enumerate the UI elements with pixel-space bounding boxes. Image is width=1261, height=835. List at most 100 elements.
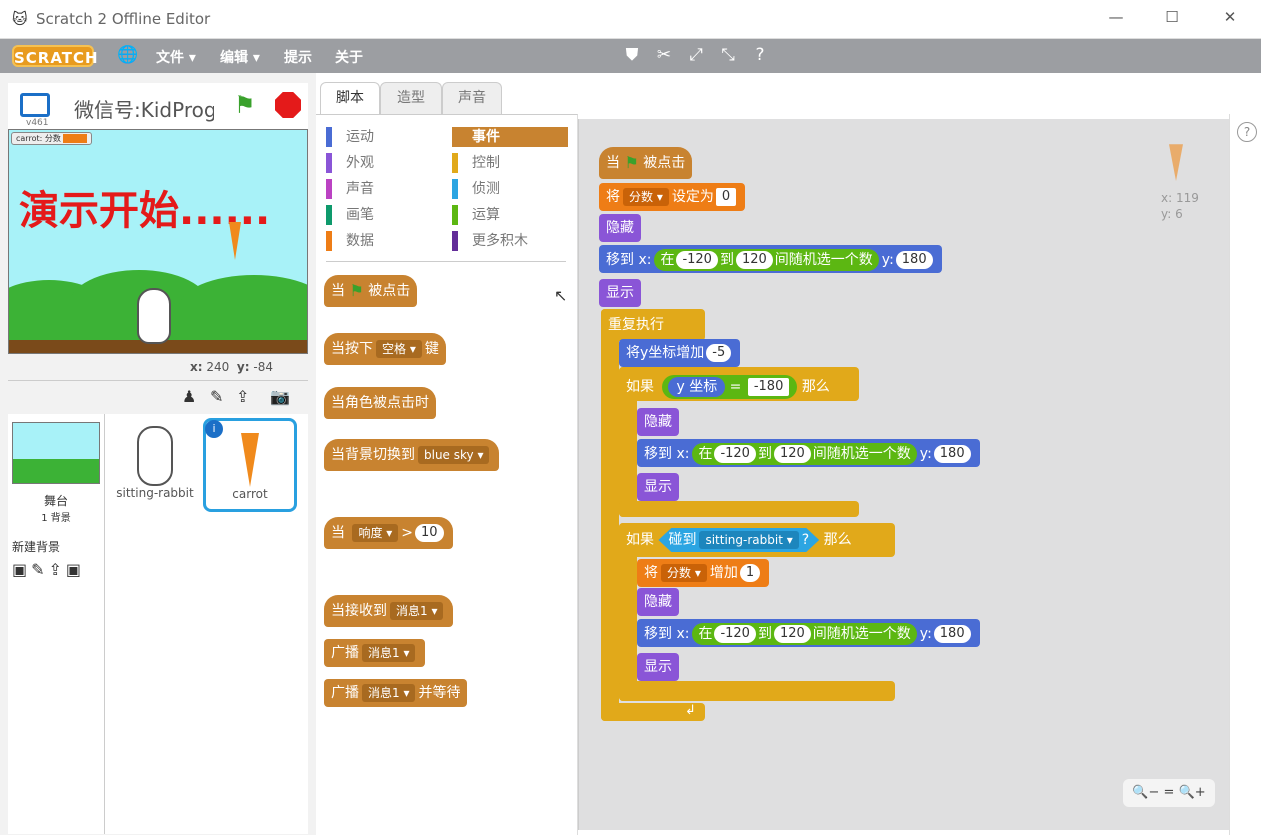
show-block[interactable]: 显示: [637, 653, 679, 681]
stage-label: 舞台: [43, 494, 68, 508]
duplicate-stamp-icon[interactable]: ⛊: [620, 45, 644, 67]
show-block[interactable]: 显示: [637, 473, 679, 501]
script-area[interactable]: ↲ 重复执行 如果 y 坐标 = -180 那么 如果 碰到 sitting-ra…: [578, 119, 1229, 830]
category-list-right: 事件 控制 侦测 运算 更多积木: [452, 127, 568, 251]
sprite-y-readout: y: 6: [1161, 207, 1183, 221]
upload-sprite-icon[interactable]: ⇪: [236, 387, 249, 406]
category-control[interactable]: 控制: [452, 153, 568, 173]
new-backdrop-tools[interactable]: ▣✎⇪▣: [12, 560, 85, 579]
project-title-input[interactable]: 微信号:KidProg: [74, 94, 214, 123]
sprite-name: sitting-rabbit: [116, 486, 194, 500]
palette-when-receive[interactable]: 当接收到 消息1 ▾: [324, 595, 454, 627]
sprite-name: carrot: [232, 487, 268, 501]
sprite-x-readout: x: 119: [1161, 191, 1199, 205]
paint-sprite-icon[interactable]: ✎: [210, 387, 223, 406]
green-flag-icon[interactable]: ⚑: [234, 91, 256, 119]
palette-broadcast[interactable]: 广播 消息1 ▾: [324, 639, 426, 667]
goto-xy-block[interactable]: 移到 x: 在 -120 到 120 间随机选一个数 y: 180: [637, 439, 980, 467]
editor-tabs: 脚本 造型 声音: [316, 79, 576, 115]
minimize-button[interactable]: —: [1106, 8, 1126, 30]
menu-edit[interactable]: 编辑 ▾: [220, 47, 260, 67]
category-list-left: 运动 外观 声音 画笔 数据: [326, 127, 446, 251]
category-more-blocks[interactable]: 更多积木: [452, 231, 568, 251]
rabbit-sprite: [137, 288, 171, 344]
hide-block[interactable]: 隐藏: [599, 214, 641, 242]
choose-sprite-icon[interactable]: ♟: [182, 387, 196, 406]
close-button[interactable]: ✕: [1220, 8, 1240, 30]
palette-when-backdrop-switches[interactable]: 当背景切换到 blue sky ▾: [324, 439, 500, 471]
when-flag-clicked-block[interactable]: 当 ⚑ 被点击: [599, 147, 693, 179]
if-y-header: 如果 y 坐标 = -180 那么: [626, 375, 830, 399]
category-events[interactable]: 事件: [452, 127, 568, 147]
window-title: Scratch 2 Offline Editor: [36, 10, 211, 28]
stage-canvas[interactable]: carrot: 分数 演示开始......: [8, 129, 308, 354]
stage-thumbnail[interactable]: [12, 422, 100, 484]
menu-file[interactable]: 文件 ▾: [156, 47, 196, 67]
hide-block[interactable]: 隐藏: [637, 408, 679, 436]
fullscreen-icon[interactable]: [20, 93, 50, 117]
show-block[interactable]: 显示: [599, 279, 641, 307]
change-y-block[interactable]: 将y坐标增加 -5: [619, 339, 741, 367]
scratch-cat-icon: 🐱: [12, 10, 28, 28]
category-looks[interactable]: 外观: [326, 153, 446, 173]
change-variable-block[interactable]: 将分数 ▾ 增加 1: [637, 559, 770, 587]
menu-bar: SCRATCH 🌐 文件 ▾ 编辑 ▾ 提示 关于 ⛊ ✂ ⤢ ⤡ ?: [0, 39, 1261, 73]
repeat-arrow-icon: ↲: [685, 703, 696, 718]
scratch-logo[interactable]: SCRATCH: [12, 45, 98, 67]
set-variable-block[interactable]: 将分数 ▾ 设定为 0: [599, 183, 746, 211]
palette-when-loudness[interactable]: 当 响度 ▾ >10: [324, 517, 453, 549]
zoom-controls: 🔍− = 🔍+: [1123, 779, 1215, 807]
right-strip: ?: [1229, 114, 1261, 835]
category-pen[interactable]: 画笔: [326, 205, 446, 225]
sprite-list: sitting-rabbit i carrot: [104, 414, 308, 834]
tab-sounds[interactable]: 声音: [442, 82, 502, 114]
category-sound[interactable]: 声音: [326, 179, 446, 199]
palette-broadcast-and-wait[interactable]: 广播 消息1 ▾ 并等待: [324, 679, 468, 707]
help-icon[interactable]: ?: [748, 45, 772, 67]
stage-thumbnail-column: 舞台 1 背景 新建背景 ▣✎⇪▣: [8, 414, 104, 834]
grow-icon[interactable]: ⤢: [684, 45, 708, 67]
delete-cut-icon[interactable]: ✂: [652, 45, 676, 67]
title-bar: 🐱 Scratch 2 Offline Editor — ☐ ✕: [0, 0, 1261, 39]
tab-costumes[interactable]: 造型: [380, 82, 442, 114]
hide-block[interactable]: 隐藏: [637, 588, 679, 616]
menu-about[interactable]: 关于: [335, 47, 363, 67]
info-icon[interactable]: i: [205, 420, 223, 438]
language-globe-icon[interactable]: 🌐: [116, 45, 140, 67]
menu-tips[interactable]: 提示: [284, 47, 312, 67]
sprite-tile-rabbit[interactable]: sitting-rabbit: [109, 422, 201, 512]
zoom-out-icon[interactable]: 🔍−: [1132, 785, 1159, 800]
help-circle-icon[interactable]: ?: [1237, 122, 1257, 142]
forever-label: 重复执行: [608, 317, 664, 333]
variable-monitor-value: [63, 134, 88, 143]
tab-scripts[interactable]: 脚本: [320, 82, 380, 114]
shrink-icon[interactable]: ⤡: [716, 45, 740, 67]
goto-xy-block[interactable]: 移到 x: 在 -120 到 120 间随机选一个数 y: 180: [637, 619, 980, 647]
version-label: v461: [26, 118, 49, 128]
sprite-toolbar: ♟ ✎ ⇪ 📷: [8, 380, 308, 414]
palette-when-key-pressed[interactable]: 当按下 空格 ▾ 键: [324, 333, 446, 365]
category-sensing[interactable]: 侦测: [452, 179, 568, 199]
palette-when-flag-clicked[interactable]: 当 ⚑ 被点击: [324, 275, 418, 307]
maximize-button[interactable]: ☐: [1162, 8, 1182, 30]
goto-xy-block[interactable]: 移到 x: 在 -120 到 120 间随机选一个数 y: 180: [599, 245, 942, 273]
category-data[interactable]: 数据: [326, 231, 446, 251]
stage-header: v461 微信号:KidProg ⚑: [8, 83, 308, 129]
mouse-cursor-icon: ↖: [554, 286, 568, 305]
category-operators[interactable]: 运算: [452, 205, 568, 225]
carrot-sprite: [229, 222, 241, 260]
mouse-coordinates: x: 240 y: -84: [190, 360, 273, 374]
sprite-tile-carrot[interactable]: i carrot: [203, 418, 297, 512]
palette-when-sprite-clicked[interactable]: 当角色被点击时: [324, 387, 436, 419]
current-sprite-carrot-thumb: [1169, 144, 1183, 181]
block-palette: 运动 外观 声音 画笔 数据 事件 控制 侦测 运算 更多积木 当 ⚑ 被点击 …: [316, 114, 578, 835]
zoom-in-icon[interactable]: 🔍+: [1179, 785, 1206, 800]
category-motion[interactable]: 运动: [326, 127, 446, 147]
stage-backdrop-count: 1 背景: [41, 513, 71, 524]
camera-icon[interactable]: 📷: [270, 387, 290, 406]
variable-monitor-label: carrot: 分数: [16, 134, 61, 143]
zoom-reset-icon[interactable]: =: [1164, 785, 1175, 800]
new-backdrop-label: 新建背景: [12, 540, 61, 554]
green-flag-icon: ⚑: [349, 281, 364, 300]
stop-icon[interactable]: [275, 92, 301, 118]
